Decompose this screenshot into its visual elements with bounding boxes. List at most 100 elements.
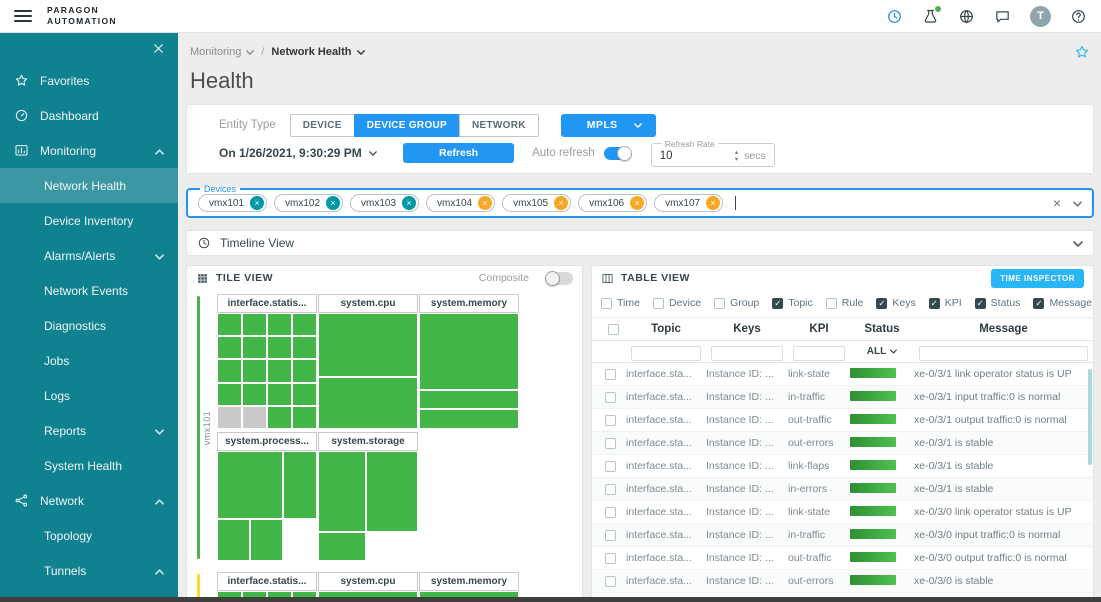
checkbox[interactable]: ✓ [929,298,940,309]
time-inspector-button[interactable]: TIME INSPECTOR [991,269,1084,288]
table-row[interactable]: interface.sta...Instance ID: ...out-traf… [592,547,1093,570]
chip-remove-icon[interactable]: × [250,196,264,210]
keys-filter-input[interactable] [711,346,783,361]
tile[interactable] [267,383,292,406]
tile[interactable] [366,451,418,532]
table-row[interactable]: interface.sta...Instance ID: ...out-erro… [592,570,1093,593]
tile[interactable] [318,313,418,377]
menu-icon[interactable] [14,10,32,22]
tile[interactable] [250,519,283,561]
sidebar-item-network[interactable]: Network [0,483,178,518]
column-toggle-rule[interactable]: Rule [826,297,864,309]
globe-icon[interactable] [958,8,975,25]
tile[interactable] [217,313,242,336]
tile[interactable] [242,359,267,382]
user-avatar[interactable]: T [1030,6,1051,27]
column-toggle-group[interactable]: Group [714,297,759,309]
table-row[interactable]: interface.sta...Instance ID: ...link-fla… [592,455,1093,478]
row-checkbox[interactable] [600,392,626,403]
checkbox[interactable] [826,298,837,309]
help-icon[interactable] [1070,8,1087,25]
entity-option-network[interactable]: NETWORK [459,114,539,137]
refresh-button[interactable]: Refresh [403,143,514,163]
status-filter-select[interactable]: ALL [850,346,914,357]
tile[interactable] [419,313,519,390]
table-row[interactable]: interface.sta...Instance ID: ...out-traf… [592,409,1093,432]
table-row[interactable]: interface.sta...Instance ID: ...in-traff… [592,524,1093,547]
tile[interactable] [242,336,267,359]
column-toggle-device[interactable]: Device [653,297,701,309]
sidebar-item-reports[interactable]: Reports [0,413,178,448]
refresh-rate-input[interactable]: 10 [660,150,735,162]
entity-option-device[interactable]: DEVICE [290,114,355,137]
sidebar-item-dashboard[interactable]: Dashboard [0,98,178,133]
column-toggle-keys[interactable]: ✓Keys [876,297,915,309]
tile[interactable] [283,519,317,561]
row-checkbox[interactable] [600,438,626,449]
checkbox[interactable] [605,415,616,426]
sidebar-item-favorites[interactable]: Favorites [0,63,178,98]
tile[interactable] [283,451,317,519]
vertical-scrollbar-thumb[interactable] [1088,369,1092,465]
checkbox[interactable] [605,553,616,564]
row-checkbox[interactable] [600,576,626,587]
checkbox[interactable] [605,461,616,472]
select-all-checkbox[interactable] [600,324,626,335]
chip-remove-icon[interactable]: × [554,196,568,210]
chevron-down-icon[interactable] [1073,234,1083,252]
table-row[interactable]: interface.sta...Instance ID: ...link-sta… [592,363,1093,386]
tile[interactable] [292,359,317,382]
history-icon[interactable] [886,8,903,25]
table-row[interactable]: interface.sta...Instance ID: ...out-erro… [592,432,1093,455]
sidebar-item-logs[interactable]: Logs [0,378,178,413]
table-row[interactable]: interface.sta...Instance ID: ...link-sta… [592,501,1093,524]
column-toggle-status[interactable]: ✓Status [975,297,1021,309]
sidebar-item-tunnels[interactable]: Tunnels [0,553,178,588]
checkbox[interactable] [605,484,616,495]
chip-remove-icon[interactable]: × [478,196,492,210]
datetime-selector[interactable]: On 1/26/2021, 9:30:29 PM [219,146,397,160]
flask-icon[interactable] [922,8,939,25]
tile[interactable] [267,336,292,359]
tile[interactable] [217,451,283,519]
breadcrumb-parent[interactable]: Monitoring [190,46,254,58]
tile[interactable] [292,383,317,406]
sidebar-close-icon[interactable] [152,42,165,55]
tile[interactable] [217,336,242,359]
tile[interactable] [267,313,292,336]
row-checkbox[interactable] [600,530,626,541]
checkbox[interactable]: ✓ [876,298,887,309]
horizontal-scrollbar[interactable] [0,597,1101,602]
breadcrumb-current[interactable]: Network Health [271,46,364,58]
table-row[interactable]: interface.sta...Instance ID: ...in-traff… [592,386,1093,409]
group-select-button[interactable]: MPLS [561,114,656,137]
sidebar-item-jobs[interactable]: Jobs [0,343,178,378]
table-row[interactable]: interface.sta...Instance ID: ...in-error… [592,478,1093,501]
tile[interactable] [419,409,519,429]
row-checkbox[interactable] [600,369,626,380]
composite-toggle[interactable] [546,272,573,285]
column-toggle-message[interactable]: ✓Message [1033,297,1092,309]
tile[interactable] [242,383,267,406]
devices-field[interactable]: Devices vmx101×vmx102×vmx103×vmx104×vmx1… [186,184,1094,218]
sidebar-item-diagnostics[interactable]: Diagnostics [0,308,178,343]
tile[interactable] [292,336,317,359]
tile[interactable] [292,406,317,429]
message-filter-input[interactable] [919,346,1088,361]
topic-filter-input[interactable] [631,346,701,361]
chip-remove-icon[interactable]: × [326,196,340,210]
checkbox[interactable] [605,530,616,541]
tile[interactable] [419,390,519,410]
sidebar-item-monitoring[interactable]: Monitoring [0,133,178,168]
tile[interactable] [366,532,418,561]
timeline-view-bar[interactable]: Timeline View [186,230,1094,256]
sidebar-item-topology[interactable]: Topology [0,518,178,553]
column-toggle-topic[interactable]: ✓Topic [772,297,813,309]
checkbox[interactable]: ✓ [975,298,986,309]
tile[interactable] [217,383,242,406]
chip-remove-icon[interactable]: × [402,196,416,210]
sidebar-item-alarms-alerts[interactable]: Alarms/Alerts [0,238,178,273]
sidebar-item-device-inventory[interactable]: Device Inventory [0,203,178,238]
tile[interactable] [292,313,317,336]
tile[interactable] [267,406,292,429]
